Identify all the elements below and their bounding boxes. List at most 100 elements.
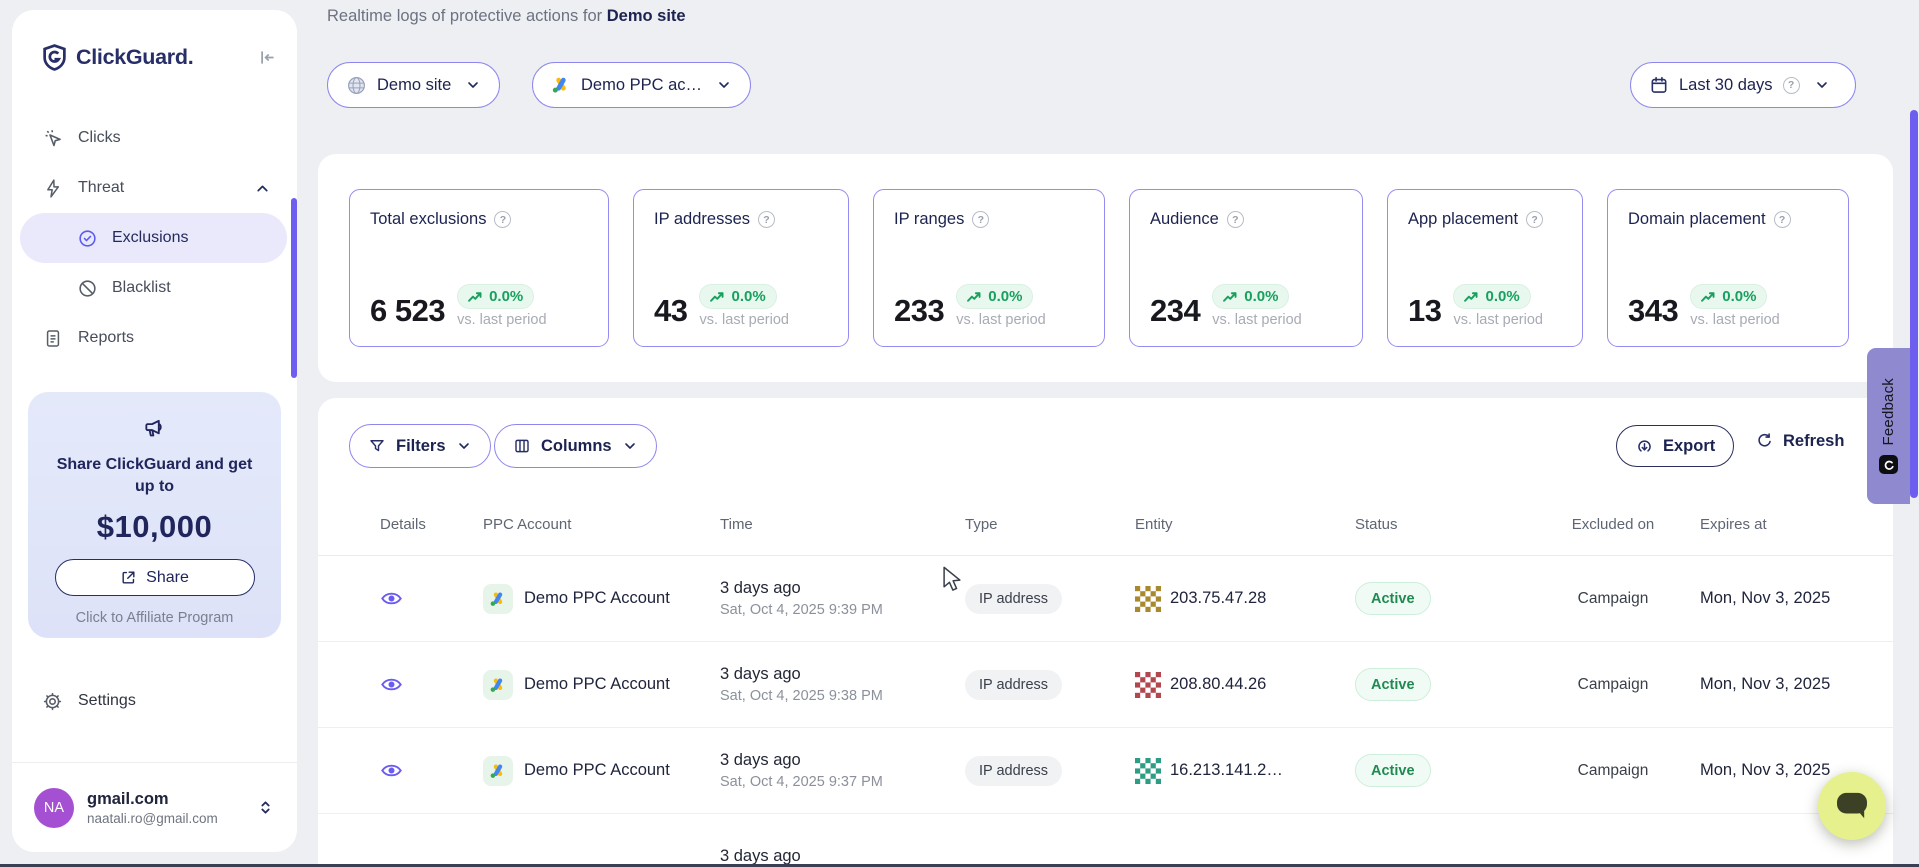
ip-identicon [1135, 586, 1161, 612]
col-header-ppc-account: PPC Account [483, 516, 720, 533]
trending-up-icon [1223, 291, 1238, 303]
help-icon[interactable] [972, 211, 989, 228]
help-icon[interactable] [758, 211, 775, 228]
trend-value: 0.0% [988, 288, 1022, 305]
stat-audience: Audience 234 0.0% vs. last period [1129, 189, 1363, 347]
google-ads-icon [551, 75, 571, 95]
table-row: Demo PPC Account 3 days ago Sat, Oct 4, … [318, 642, 1893, 728]
ip-identicon [1135, 758, 1161, 784]
stat-caption: vs. last period [956, 312, 1045, 328]
type-badge: IP address [965, 584, 1062, 614]
page-subtitle: Realtime logs of protective actions for … [327, 7, 686, 26]
entity-value: 16.213.141.2… [1170, 761, 1283, 780]
help-icon[interactable] [1774, 211, 1791, 228]
trend-value: 0.0% [1244, 288, 1278, 305]
chevron-down-icon [716, 77, 732, 93]
col-header-details: Details [375, 516, 483, 533]
table-row: Demo PPC Account 3 days ago Sat, Oct 4, … [318, 556, 1893, 642]
filter-icon [368, 437, 386, 455]
user-name: gmail.com [87, 790, 256, 809]
chat-launcher-button[interactable] [1818, 772, 1886, 840]
ppc-selector-value: Demo PPC ac… [581, 76, 702, 95]
globe-icon [346, 75, 367, 96]
help-icon[interactable] [1227, 211, 1244, 228]
table-header-row: Details PPC Account Time Type Entity Sta… [318, 494, 1893, 556]
time-relative: 3 days ago [720, 751, 965, 770]
refresh-button[interactable]: Refresh [1755, 432, 1844, 451]
col-header-status: Status [1355, 516, 1563, 533]
sidebar-nav: Clicks Threat Exclusions [12, 113, 297, 363]
help-icon[interactable] [494, 211, 511, 228]
logo-row: ClickGuard. [12, 10, 297, 71]
user-email: naatali.ro@gmail.com [87, 811, 256, 826]
chevron-updown-icon[interactable] [256, 798, 275, 817]
site-selector-dropdown[interactable]: Demo site [327, 62, 500, 108]
view-details-eye-icon[interactable] [380, 587, 483, 610]
view-details-eye-icon[interactable] [380, 759, 483, 782]
page-scrollbar-thumb[interactable] [1910, 110, 1918, 498]
affiliate-promo-card: Share ClickGuard and get up to $10,000 S… [28, 392, 281, 638]
chevron-down-icon [622, 438, 638, 454]
expires-at-value: Mon, Nov 3, 2025 [1663, 675, 1893, 694]
lightning-icon [42, 178, 64, 199]
col-header-time: Time [720, 516, 965, 533]
logo-text: ClickGuard. [76, 45, 256, 70]
ip-identicon [1135, 672, 1161, 698]
export-label: Export [1663, 437, 1715, 456]
stat-caption: vs. last period [1690, 312, 1779, 328]
view-details-eye-icon[interactable] [380, 673, 483, 696]
col-header-excluded-on: Excluded on [1563, 515, 1663, 535]
stat-ip-ranges: IP ranges 233 0.0% vs. last period [873, 189, 1105, 347]
help-icon[interactable] [1526, 211, 1543, 228]
time-relative: 3 days ago [720, 665, 965, 684]
columns-button[interactable]: Columns [494, 424, 657, 468]
stat-value: 343 [1628, 295, 1678, 328]
time-exact: Sat, Oct 4, 2025 9:37 PM [720, 774, 965, 790]
sidebar-item-reports[interactable]: Reports [12, 313, 297, 363]
site-selector-value: Demo site [377, 76, 451, 95]
help-icon[interactable] [1783, 77, 1800, 94]
status-badge: Active [1355, 754, 1431, 787]
sidebar-item-blacklist[interactable]: Blacklist [12, 263, 297, 313]
trend-badge: 0.0% [699, 284, 776, 309]
account-switcher[interactable]: NA gmail.com naatali.ro@gmail.com [12, 762, 297, 852]
stat-value: 234 [1150, 295, 1200, 328]
sidebar-item-exclusions[interactable]: Exclusions [20, 213, 287, 263]
date-range-dropdown[interactable]: Last 30 days [1630, 62, 1856, 108]
sidebar-item-settings[interactable]: Settings [12, 676, 297, 726]
external-link-icon [120, 569, 137, 586]
affiliate-program-link[interactable]: Click to Affiliate Program [28, 610, 281, 626]
ppc-account-selector-dropdown[interactable]: Demo PPC ac… [532, 62, 751, 108]
stat-caption: vs. last period [1453, 312, 1542, 328]
filters-button[interactable]: Filters [349, 424, 491, 468]
sidebar-scrollbar-thumb[interactable] [291, 198, 297, 378]
sidebar-item-label: Clicks [78, 129, 121, 147]
stat-domain-placement: Domain placement 343 0.0% vs. last perio… [1607, 189, 1849, 347]
stat-label: Total exclusions [370, 210, 486, 229]
trend-value: 0.0% [489, 288, 523, 305]
sidebar-item-label: Settings [78, 692, 136, 710]
export-button[interactable]: Export [1616, 425, 1734, 467]
feedback-logo-icon [1879, 455, 1898, 474]
feedback-tab[interactable]: Feedback [1867, 348, 1910, 504]
sidebar-item-clicks[interactable]: Clicks [12, 113, 297, 163]
sidebar-item-threat[interactable]: Threat [12, 163, 297, 213]
stat-caption: vs. last period [699, 312, 788, 328]
megaphone-icon [28, 416, 281, 442]
stat-value: 43 [654, 295, 687, 328]
chevron-up-icon[interactable] [254, 180, 271, 197]
trending-up-icon [468, 291, 483, 303]
table-row: 3 days ago [318, 814, 1893, 867]
stats-summary-card: Total exclusions 6 523 0.0% vs. last per… [318, 154, 1893, 382]
chevron-down-icon [465, 77, 481, 93]
stat-label: Audience [1150, 210, 1219, 229]
table-row: Demo PPC Account 3 days ago Sat, Oct 4, … [318, 728, 1893, 814]
excluded-on-value: Campaign [1563, 590, 1663, 608]
share-button[interactable]: Share [55, 559, 255, 596]
columns-label: Columns [541, 437, 612, 456]
prohibited-icon [76, 278, 98, 299]
ppc-account-name: Demo PPC Account [524, 589, 670, 608]
feedback-label: Feedback [1880, 378, 1897, 445]
col-header-entity: Entity [1135, 516, 1355, 533]
collapse-sidebar-icon[interactable] [256, 47, 277, 68]
